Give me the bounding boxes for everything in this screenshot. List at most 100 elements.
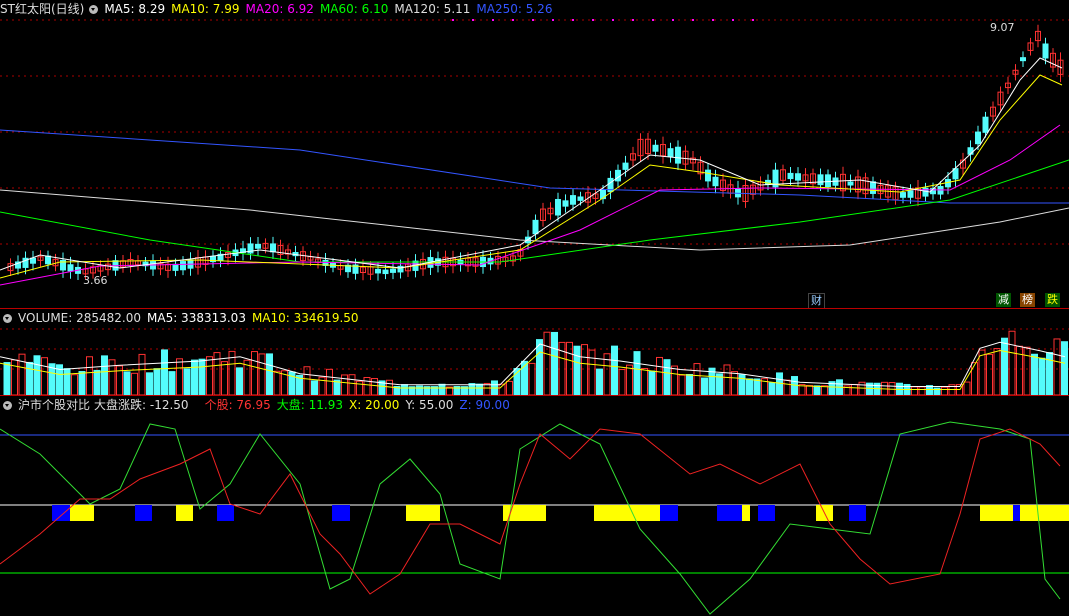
signal-dot	[672, 19, 674, 21]
signal-block	[217, 505, 234, 521]
signal-block	[849, 505, 866, 521]
dropdown-icon[interactable]	[3, 314, 12, 323]
signal-block	[1020, 505, 1069, 521]
volume-ma5: MA5: 338313.03	[147, 311, 246, 325]
dropdown-icon[interactable]	[89, 5, 99, 14]
volume-bar	[693, 363, 701, 395]
candle	[570, 195, 576, 205]
candle	[825, 174, 831, 188]
finance-badge[interactable]: 财	[808, 293, 825, 309]
comparison-chart[interactable]	[0, 396, 1069, 616]
x-value: X: 20.00	[349, 398, 400, 412]
ma250-label: MA250: 5.26	[476, 2, 553, 16]
low-price-label: 3.66	[83, 274, 108, 287]
signal-dot	[572, 19, 574, 21]
volume-bar	[941, 386, 948, 395]
volume-bar	[686, 373, 693, 395]
volume-bar	[326, 368, 333, 395]
volume-bar	[1053, 338, 1061, 395]
volume-bar	[348, 374, 356, 395]
signal-block	[70, 505, 94, 521]
ma120-label: MA120: 5.11	[394, 2, 471, 16]
volume-bar	[1046, 352, 1053, 395]
volume-panel: VOLUME: 285482.00 MA5: 338313.03 MA10: 334…	[0, 309, 1069, 395]
volume-bar	[768, 382, 776, 395]
volume-bar	[648, 370, 656, 395]
volume-bar	[536, 339, 543, 395]
volume-bar	[26, 361, 33, 395]
volume-bar	[476, 383, 483, 395]
candle	[787, 172, 794, 180]
indicator-title: 沪市个股对比	[18, 398, 91, 412]
volume-bar	[1008, 330, 1016, 395]
volume-bar	[911, 386, 918, 395]
reduce-badge[interactable]: 减	[996, 293, 1011, 307]
volume-bar	[633, 351, 641, 395]
volume-bar	[101, 355, 108, 395]
volume-bar	[3, 362, 11, 395]
volume-bar	[783, 379, 791, 395]
volume-bar	[146, 372, 153, 395]
candle	[532, 219, 539, 235]
candle	[67, 264, 74, 272]
signal-block	[406, 505, 440, 521]
volume-bar	[738, 374, 746, 395]
volume-bar	[581, 344, 588, 395]
candle	[982, 116, 989, 133]
volume-bar	[41, 357, 48, 395]
dropdown-icon[interactable]	[3, 401, 12, 410]
volume-bar	[701, 377, 708, 395]
volume-bar	[138, 353, 146, 395]
volume-bar	[78, 371, 86, 395]
volume-bar	[176, 358, 183, 395]
candle	[975, 131, 981, 145]
volume-bar	[611, 345, 618, 395]
volume-bar	[266, 353, 273, 395]
stock-name[interactable]: ST红太阳(日线)	[0, 2, 84, 16]
candle	[795, 173, 801, 181]
volume-bar	[33, 355, 41, 395]
volume-bar	[918, 386, 926, 395]
signal-dot	[472, 19, 474, 21]
signal-block	[52, 505, 70, 521]
volume-bar	[806, 384, 813, 395]
volume-bar	[573, 345, 581, 395]
volume-bar	[371, 378, 378, 395]
candle	[870, 181, 876, 194]
volume-bar	[71, 374, 78, 395]
signal-dot	[512, 19, 514, 21]
volume-header: VOLUME: 285482.00 MA5: 338313.03 MA10: 334…	[0, 309, 365, 327]
signal-dot	[592, 19, 594, 21]
candle	[180, 261, 186, 271]
volume-bar	[971, 362, 978, 395]
volume-bar	[1023, 346, 1031, 395]
volume-bar	[183, 368, 191, 395]
price-chart[interactable]	[0, 0, 1069, 308]
limit-down-badge[interactable]: 跌	[1045, 293, 1060, 307]
signal-dot	[492, 19, 494, 21]
candle	[712, 176, 719, 187]
volume-ma10: MA10: 334619.50	[251, 311, 359, 325]
volume-bar	[168, 371, 176, 395]
volume-bar	[1061, 341, 1068, 395]
high-price-label: 9.07	[990, 21, 1015, 34]
volume-bar	[86, 356, 93, 395]
signal-dot	[532, 19, 534, 21]
volume-bar	[641, 368, 648, 395]
volume-bar	[1038, 357, 1046, 395]
candle	[675, 146, 681, 164]
volume-bar	[851, 383, 858, 395]
volume-bar	[153, 368, 161, 395]
volume-bar	[1031, 353, 1038, 395]
candle	[1042, 43, 1049, 59]
volume-bar	[551, 331, 558, 395]
volume-bar	[356, 380, 363, 395]
signal-block	[135, 505, 152, 521]
ma20-label: MA20: 6.92	[245, 2, 314, 16]
volume-bar	[678, 374, 686, 395]
volume-bar	[543, 331, 551, 395]
signal-dot	[552, 19, 554, 21]
volume-bar	[206, 356, 213, 395]
rank-badge[interactable]: 榜	[1020, 293, 1035, 307]
signal-block	[980, 505, 1013, 521]
